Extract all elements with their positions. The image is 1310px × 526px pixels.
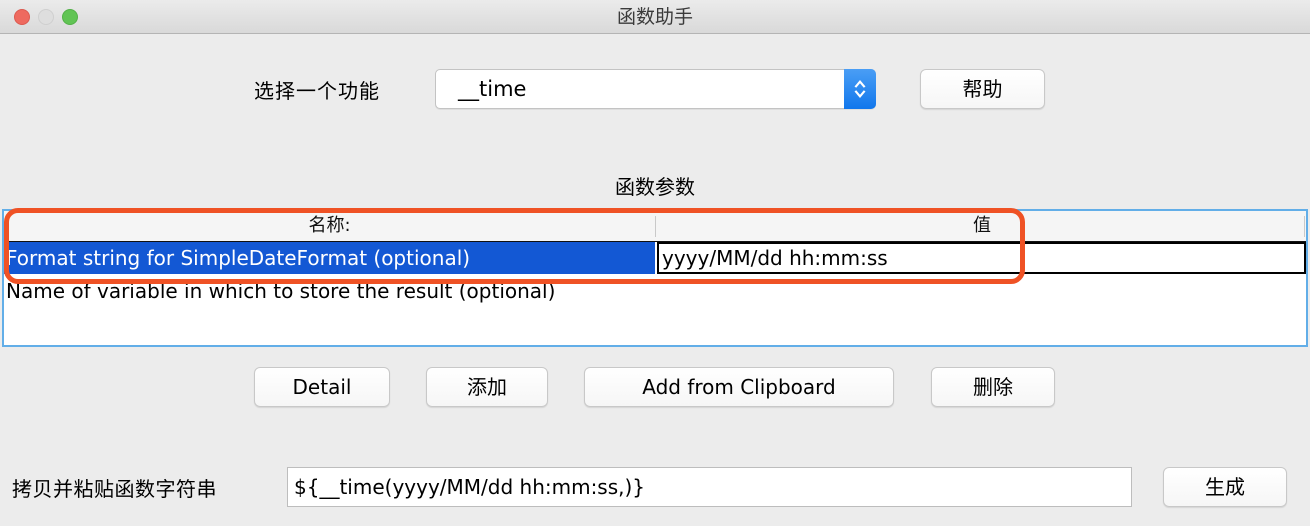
column-header-name[interactable]: 名称: (4, 211, 655, 241)
delete-button[interactable]: 删除 (931, 367, 1055, 407)
column-divider-end[interactable] (1304, 216, 1305, 237)
function-select-value: __time (458, 77, 527, 101)
chevron-up-down-glyph (854, 80, 866, 98)
table-row[interactable]: Format string for SimpleDateFormat (opti… (4, 242, 1306, 274)
add-button[interactable]: 添加 (426, 367, 548, 407)
parameter-name-cell[interactable]: Name of variable in which to store the r… (4, 275, 655, 307)
copy-paste-function-string-label: 拷贝并粘贴函数字符串 (12, 477, 217, 501)
column-divider[interactable] (655, 216, 656, 237)
function-helper-window: 函数助手 选择一个功能 __time 帮助 函数参数 名称: 值 Format … (0, 0, 1310, 526)
parameter-name-cell[interactable]: Format string for SimpleDateFormat (opti… (4, 242, 655, 274)
window-title: 函数助手 (616, 6, 693, 28)
detail-button[interactable]: Detail (254, 367, 390, 407)
parameter-value-editor[interactable]: yyyy/MM/dd hh:mm:ss (657, 242, 1306, 274)
function-string-value: ${__time(yyyy/MM/dd hh:mm:ss,)} (294, 475, 646, 499)
parameter-value-text: yyyy/MM/dd hh:mm:ss (662, 246, 888, 270)
generate-button[interactable]: 生成 (1163, 467, 1287, 507)
function-select[interactable]: __time (435, 69, 876, 109)
parameters-table[interactable]: 名称: 值 Format string for SimpleDateFormat… (2, 209, 1308, 347)
help-button[interactable]: 帮助 (920, 69, 1045, 109)
select-function-label: 选择一个功能 (254, 79, 380, 103)
add-from-clipboard-button[interactable]: Add from Clipboard (584, 367, 894, 407)
chevron-up-down-icon[interactable] (844, 69, 876, 109)
function-string-field[interactable]: ${__time(yyyy/MM/dd hh:mm:ss,)} (287, 467, 1132, 507)
title-bar: 函数助手 (0, 0, 1310, 34)
table-row[interactable]: Name of variable in which to store the r… (4, 275, 1306, 307)
function-parameters-heading: 函数参数 (615, 175, 695, 199)
table-header-row: 名称: 值 (4, 211, 1306, 242)
column-header-value[interactable]: 值 (657, 211, 1307, 241)
